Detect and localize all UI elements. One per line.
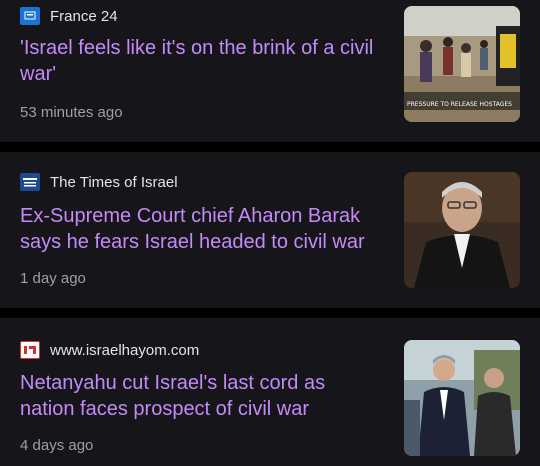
article-time: 53 minutes ago	[20, 104, 123, 121]
article-headline[interactable]: Netanyahu cut Israel's last cord as nati…	[20, 370, 380, 422]
thumbnail-caption: PRESSURE TO RELEASE HOSTAGES	[407, 101, 512, 108]
israel-hayom-logo-icon	[20, 341, 40, 359]
times-of-israel-logo-icon	[20, 173, 40, 191]
source-name: www.israelhayom.com	[50, 341, 200, 359]
news-source: France 24	[20, 6, 118, 26]
source-name: France 24	[50, 7, 118, 25]
france24-logo-icon	[20, 7, 40, 25]
article-headline[interactable]: Ex-Supreme Court chief Aharon Barak says…	[20, 203, 380, 255]
article-thumbnail[interactable]: PRESSURE TO RELEASE HOSTAGES	[404, 6, 520, 122]
article-time: 4 days ago	[20, 437, 94, 454]
article-headline[interactable]: 'Israel feels like it's on the brink of …	[20, 35, 380, 87]
news-source: www.israelhayom.com	[20, 340, 199, 360]
article-thumbnail[interactable]	[404, 172, 520, 288]
source-name: The Times of Israel	[50, 173, 178, 191]
news-source: The Times of Israel	[20, 172, 178, 192]
news-feed: France 24 'Israel feels like it's on the…	[0, 0, 540, 466]
article-time: 1 day ago	[20, 270, 86, 287]
article-thumbnail[interactable]	[404, 340, 520, 456]
